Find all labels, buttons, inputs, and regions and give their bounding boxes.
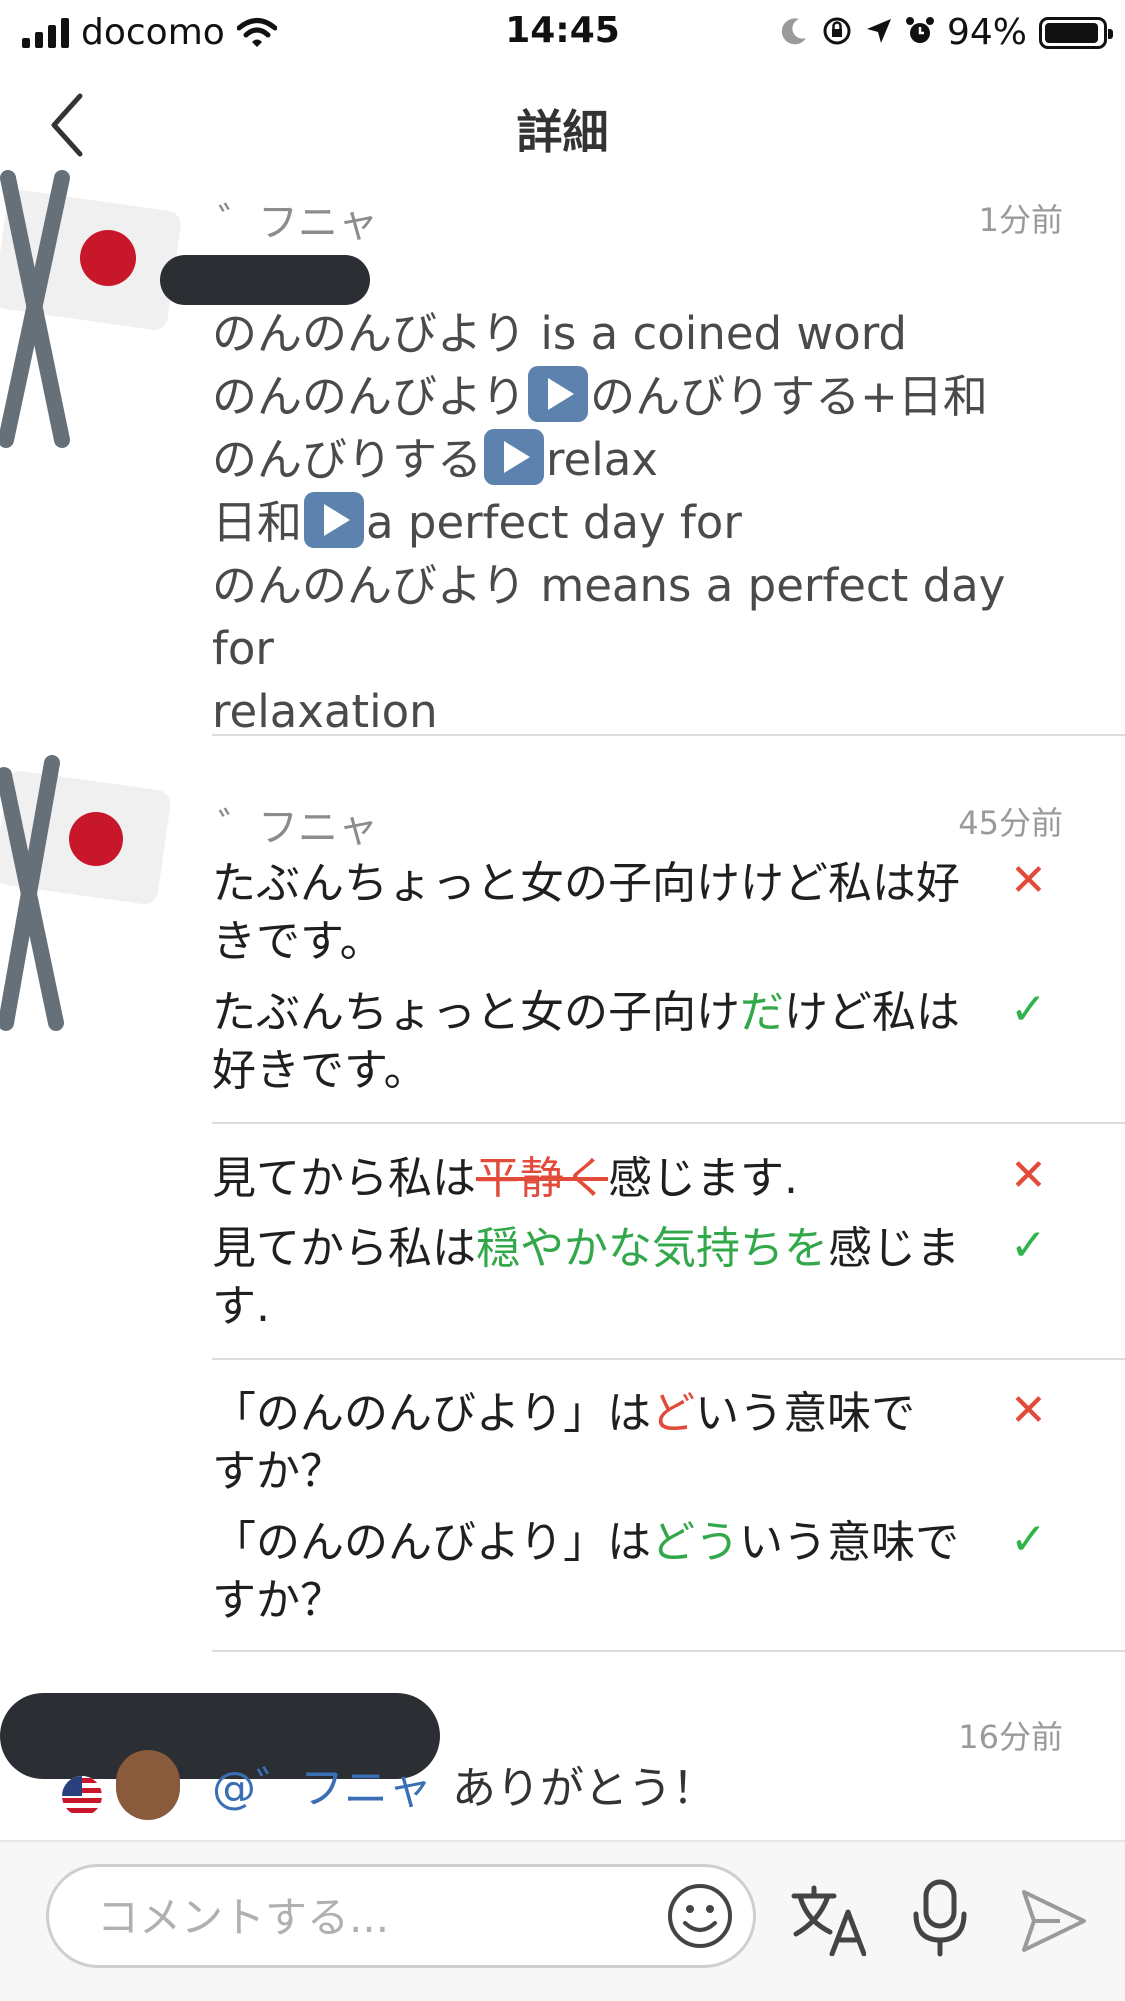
post-text: 日和: [212, 496, 303, 549]
correction-text: 見てから私は: [212, 1153, 476, 1204]
divider: [212, 1650, 1125, 1652]
correction-highlight: 穏やかな気持ちを: [476, 1223, 828, 1274]
post-line: のんのんびより means a perfect day for: [212, 559, 1006, 675]
post-text: のんのんびより: [212, 370, 527, 423]
correction-text: 「のんのんびより」は: [212, 1388, 652, 1439]
emoji-icon[interactable]: [665, 1881, 735, 1955]
reply-text: ありがとう！: [452, 1763, 716, 1814]
battery-percent: 94%: [946, 12, 1027, 53]
translate-icon[interactable]: [790, 1884, 867, 1960]
post-time: 1分前: [978, 201, 1063, 239]
divider: [212, 734, 1125, 736]
play-arrow-icon: [484, 429, 545, 485]
page-title: 詳細: [516, 105, 609, 159]
wrong-icon: ✕: [1010, 1385, 1047, 1436]
post-body: のんのんびより is a coined word のんのんびより のんびりする+日…: [212, 302, 1072, 743]
comment-field[interactable]: [46, 1864, 756, 1968]
correction-text: 見てから私は: [212, 1223, 476, 1274]
location-icon: [865, 17, 893, 49]
post-line: のんのんびより のんびりする+日和: [212, 365, 1072, 428]
user-avatar[interactable]: [60, 1750, 180, 1824]
japan-flag-avatar[interactable]: [0, 170, 190, 454]
correction-fixed: たぶんちょっと女の子向けだけど私は好きです。: [212, 984, 1002, 1100]
battery-fill: [1045, 22, 1098, 43]
wrong-icon: ✕: [1010, 855, 1047, 906]
correction-original: 見てから私は平静く感じます.: [212, 1150, 1002, 1208]
rotation-lock-icon: [821, 15, 853, 51]
correction-highlight: だ: [740, 987, 784, 1038]
post-line: のんびりする relax: [212, 428, 1072, 491]
comment-input[interactable]: [97, 1889, 657, 1945]
post-line: 日和 a perfect day for: [212, 491, 1072, 554]
post-line: のんのんびより is a coined word: [212, 307, 907, 360]
status-right: 94%: [779, 12, 1113, 53]
post-time: 16分前: [958, 1718, 1063, 1756]
comment-bar: [0, 1840, 1125, 2001]
correction-fixed: 「のんのんびより」はどういう意味ですか？: [212, 1514, 1002, 1630]
post-text: のんびりする+日和: [590, 370, 988, 423]
alarm-icon: [905, 16, 935, 50]
correction-strike: 平静く: [476, 1153, 608, 1204]
correct-icon: ✓: [1010, 1514, 1047, 1565]
correct-icon: ✓: [1010, 984, 1047, 1035]
microphone-icon[interactable]: [910, 1878, 970, 1962]
correct-icon: ✓: [1010, 1220, 1047, 1271]
redacted-block: [160, 255, 370, 305]
correction-original: 「のんのんびより」はどいう意味ですか？: [212, 1385, 932, 1501]
send-icon[interactable]: [1020, 1888, 1088, 1958]
reply-row: @゛フニャ ありがとう！: [212, 1752, 716, 1816]
divider: [212, 1122, 1125, 1124]
battery-icon: [1039, 16, 1113, 49]
play-arrow-icon: [304, 492, 365, 548]
divider: [212, 1358, 1125, 1360]
post-username[interactable]: ゛フニャ: [218, 190, 378, 248]
status-bar: docomo 14:45 94%: [0, 0, 1125, 62]
moon-icon: [779, 16, 809, 50]
correction-text: たぶんちょっと女の子向け: [212, 987, 740, 1038]
post-time: 45分前: [958, 804, 1063, 842]
wrong-icon: ✕: [1010, 1150, 1047, 1201]
correction-strike: ど: [651, 1388, 696, 1439]
correction-text: 「のんのんびより」は: [212, 1517, 652, 1568]
correction-original: たぶんちょっと女の子向けけど私は好きです。: [212, 858, 960, 967]
detail-screen: docomo 14:45 94% 詳細 ゛フニャ 1分前 のんのんびより is …: [0, 0, 1125, 2001]
post-username[interactable]: ゛フニャ: [218, 795, 378, 853]
post-text: relax: [546, 433, 658, 486]
play-arrow-icon: [528, 366, 589, 422]
post-text: のんびりする: [212, 433, 483, 486]
japan-flag-avatar[interactable]: [0, 755, 190, 1039]
correction-highlight: どう: [651, 1517, 740, 1568]
correction-text: 感じます.: [608, 1153, 798, 1204]
mention-link[interactable]: @゛フニャ: [212, 1763, 432, 1814]
correction-fixed: 見てから私は穏やかな気持ちを感じます.: [212, 1220, 1002, 1336]
post-text: a perfect day for: [366, 496, 742, 549]
